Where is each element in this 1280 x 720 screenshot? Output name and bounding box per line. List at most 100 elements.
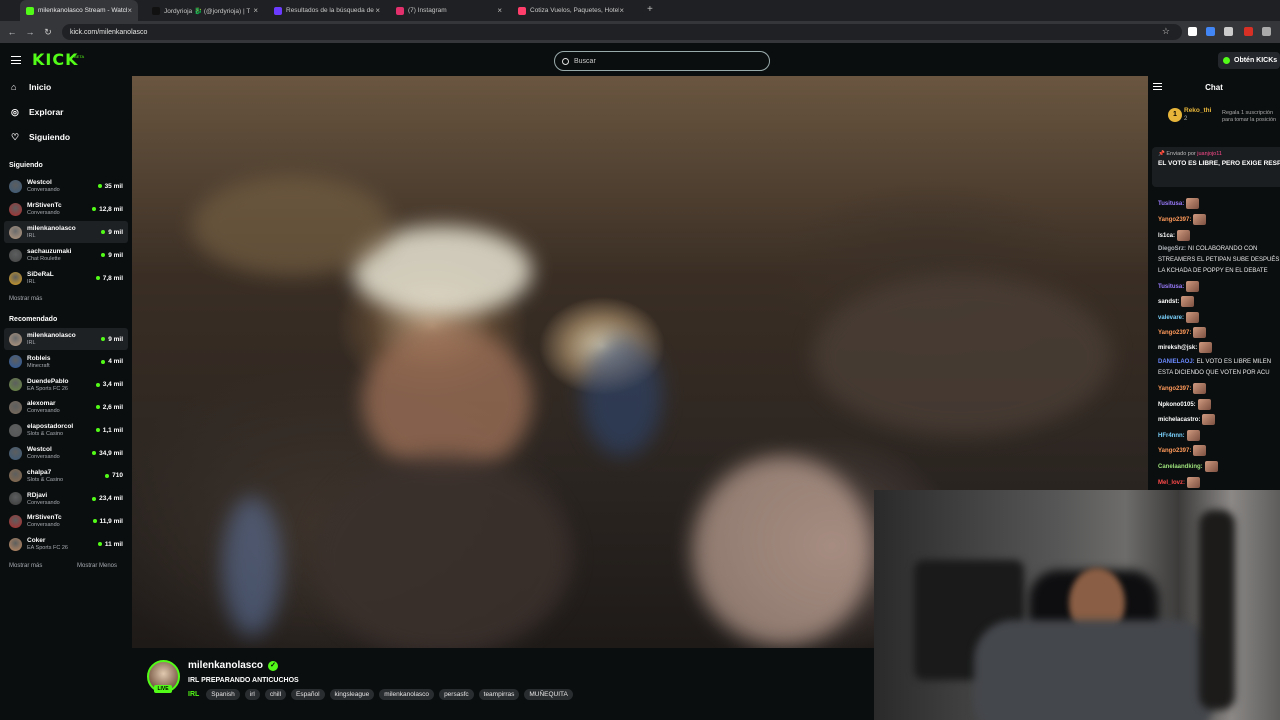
chat-message[interactable]: Yango2397:	[1158, 383, 1207, 394]
browser-tab[interactable]: Resultados de la búsqueda de ×	[268, 0, 386, 21]
new-tab-icon[interactable]: +	[647, 4, 653, 15]
kick-logo[interactable]: KICK	[32, 50, 79, 69]
browser-tab[interactable]: Cotiza Vuelos, Paquetes, Hoteles ×	[512, 0, 630, 21]
stream-tag[interactable]: kingsleague	[329, 689, 375, 700]
extension-icon[interactable]	[1262, 27, 1271, 36]
chat-username[interactable]: mireksh@jsk:	[1158, 345, 1197, 351]
browser-tab[interactable]: (7) Instagram ×	[390, 0, 508, 21]
sidebar-channel[interactable]: Robleis Minecraft 4 mil	[4, 351, 128, 373]
viewer-count: 2,6 mil	[95, 404, 123, 411]
stream-tag[interactable]: milenkanolasco	[379, 689, 435, 700]
sidebar-channel[interactable]: RDjavi Conversando 23,4 mil	[4, 488, 128, 510]
sidebar-channel[interactable]: Coker EA Sports FC 26 11 mil	[4, 533, 128, 555]
show-less-link[interactable]: Mostrar Menos	[77, 563, 117, 569]
chat-message[interactable]: michelacastro:	[1158, 414, 1216, 425]
close-tab-icon[interactable]: ×	[253, 6, 258, 15]
reload-icon[interactable]: ↻	[39, 27, 57, 38]
forward-icon[interactable]: →	[21, 27, 39, 37]
sidebar-channel[interactable]: milenkanolasco IRL 9 mil	[4, 328, 128, 350]
browser-tab[interactable]: Jordyrioja 🐉 (@jordyrioja) | T ×	[146, 0, 264, 21]
sidebar-channel[interactable]: Westcol Conversando 34,9 mil	[4, 442, 128, 464]
browser-tab[interactable]: milenkanolasco Stream - Watch ×	[20, 0, 138, 21]
chat-message[interactable]: Yango2397:	[1158, 445, 1207, 456]
chat-username[interactable]: Yango2397:	[1158, 217, 1191, 223]
url-input[interactable]: kick.com/milenkanolasco	[62, 24, 1182, 40]
sidebar-channel[interactable]: DuendePablo EA Sports FC 26 3,4 mil	[4, 374, 128, 396]
menu-icon[interactable]	[11, 56, 21, 64]
stream-tag[interactable]: irl	[244, 689, 260, 700]
show-more-link[interactable]: Mostrar más	[9, 563, 42, 569]
chat-username[interactable]: HFr4nnn:	[1158, 433, 1185, 439]
chat-username[interactable]: ls1ca:	[1158, 233, 1175, 239]
stream-category[interactable]: IRL	[188, 691, 199, 698]
chat-username[interactable]: Canelaandking:	[1158, 464, 1203, 470]
chat-message[interactable]: Yango2397:	[1158, 327, 1207, 338]
stream-tag[interactable]: persasfc	[439, 689, 474, 700]
sidebar-nav-explorar[interactable]: ◎ Explorar	[11, 107, 64, 117]
chat-username[interactable]: Mel_lovz:	[1158, 480, 1185, 486]
pinned-sender: juanjojo11	[1197, 151, 1222, 157]
chat-message[interactable]: Mel_lovz:	[1158, 477, 1201, 488]
bookmark-star-icon[interactable]: ☆	[1162, 26, 1170, 37]
chat-message[interactable]: HFr4nnn:	[1158, 430, 1200, 441]
show-more-link[interactable]: Mostrar más	[9, 296, 42, 302]
sidebar-channel[interactable]: chalpa7 Slots & Casino 710	[4, 465, 128, 487]
stream-tag[interactable]: teampirras	[478, 689, 520, 700]
chat-username[interactable]: Tusitusa:	[1158, 284, 1184, 290]
extension-icon[interactable]	[1224, 27, 1233, 36]
chat-message[interactable]: DANIELAOJ: EL VOTO ES LIBRE MILEN	[1158, 358, 1271, 366]
chat-username[interactable]: Yango2397:	[1158, 386, 1191, 392]
chat-username[interactable]: DANIELAOJ:	[1158, 359, 1195, 365]
sidebar-channel[interactable]: SiDeRaL IRL 7,8 mil	[4, 267, 128, 289]
chat-username[interactable]: michelacastro:	[1158, 417, 1200, 423]
chat-message[interactable]: DiegoSrz: NI COLABORANDO CON	[1158, 245, 1257, 253]
chat-message[interactable]: sandst:	[1158, 296, 1195, 307]
chat-message[interactable]: mireksh@jsk:	[1158, 342, 1213, 353]
sidebar-channel[interactable]: MrStivenTc Conversando 11,9 mil	[4, 510, 128, 532]
extension-icon[interactable]	[1244, 27, 1253, 36]
stream-tag[interactable]: Spanish	[206, 689, 240, 700]
chat-username[interactable]: Npkono0105:	[1158, 402, 1196, 408]
gift-leaderboard[interactable]: 1 Reko_thi 2 Regala 1 suscripción para t…	[1148, 102, 1280, 130]
extension-icon[interactable]	[1188, 27, 1197, 36]
chat-message[interactable]: Yango2397:	[1158, 214, 1207, 225]
stream-tag[interactable]: chill	[264, 689, 287, 700]
chat-username[interactable]: Yango2397:	[1158, 448, 1191, 454]
close-tab-icon[interactable]: ×	[375, 6, 380, 15]
channel-name: Coker	[27, 537, 46, 545]
chat-message[interactable]: ls1ca:	[1158, 230, 1191, 241]
sidebar-channel[interactable]: Westcol Conversando 35 mil	[4, 175, 128, 197]
chat-message[interactable]: Tusitusa:	[1158, 198, 1200, 209]
chat-message[interactable]: Canelaandking:	[1158, 461, 1218, 472]
sidebar-nav-inicio[interactable]: ⌂ Inicio	[11, 82, 51, 92]
close-tab-icon[interactable]: ×	[619, 6, 624, 15]
chat-username[interactable]: sandst:	[1158, 299, 1179, 305]
pinned-message[interactable]: 📌 Enviado por juanjojo11 EL VOTO ES LIBR…	[1152, 147, 1280, 187]
collapse-chat-icon[interactable]	[1153, 83, 1162, 90]
sidebar-channel[interactable]: MrStivenTc Conversando 12,8 mil	[4, 198, 128, 220]
search-input[interactable]: Buscar	[554, 51, 770, 71]
sidebar-channel[interactable]: elapostadorcol Slots & Casino 1,1 mil	[4, 419, 128, 441]
chat-username[interactable]: valevare:	[1158, 315, 1184, 321]
stream-tag[interactable]: MUÑEQUITA	[524, 689, 573, 700]
back-icon[interactable]: ←	[3, 27, 21, 37]
get-kicks-button[interactable]: Obtén KICKs	[1218, 52, 1280, 69]
sidebar-nav-siguiendo[interactable]: ♡ Siguiendo	[11, 132, 70, 142]
chat-message[interactable]: Npkono0105:	[1158, 399, 1211, 410]
sidebar-channel[interactable]: sachauzumaki Chat Roulette 9 mil	[4, 244, 128, 266]
close-tab-icon[interactable]: ×	[497, 6, 502, 15]
chat-message[interactable]: Tusitusa:	[1158, 281, 1200, 292]
stream-tag[interactable]: Español	[291, 689, 325, 700]
extension-icon[interactable]	[1206, 27, 1215, 36]
sidebar-channel[interactable]: milenkanolasco IRL 9 mil	[4, 221, 128, 243]
chat-message[interactable]: ESTA DICIENDO QUE VOTEN POR ACU	[1158, 369, 1270, 377]
chat-username[interactable]: DiegoSrz:	[1158, 246, 1186, 252]
chat-message[interactable]: LA KCHADA DE POPPY EN EL DEBATE	[1158, 267, 1268, 275]
chat-username[interactable]: Yango2397:	[1158, 330, 1191, 336]
sidebar-channel[interactable]: alexomar Conversando 2,6 mil	[4, 396, 128, 418]
chat-username[interactable]: Tusitusa:	[1158, 201, 1184, 207]
chat-message[interactable]: STREAMERS EL PETIPAN SUBE DESPUÉS	[1158, 256, 1279, 264]
close-tab-icon[interactable]: ×	[127, 6, 132, 15]
channel-name[interactable]: milenkanolasco ✓	[188, 660, 279, 671]
chat-message[interactable]: valevare:	[1158, 312, 1200, 323]
